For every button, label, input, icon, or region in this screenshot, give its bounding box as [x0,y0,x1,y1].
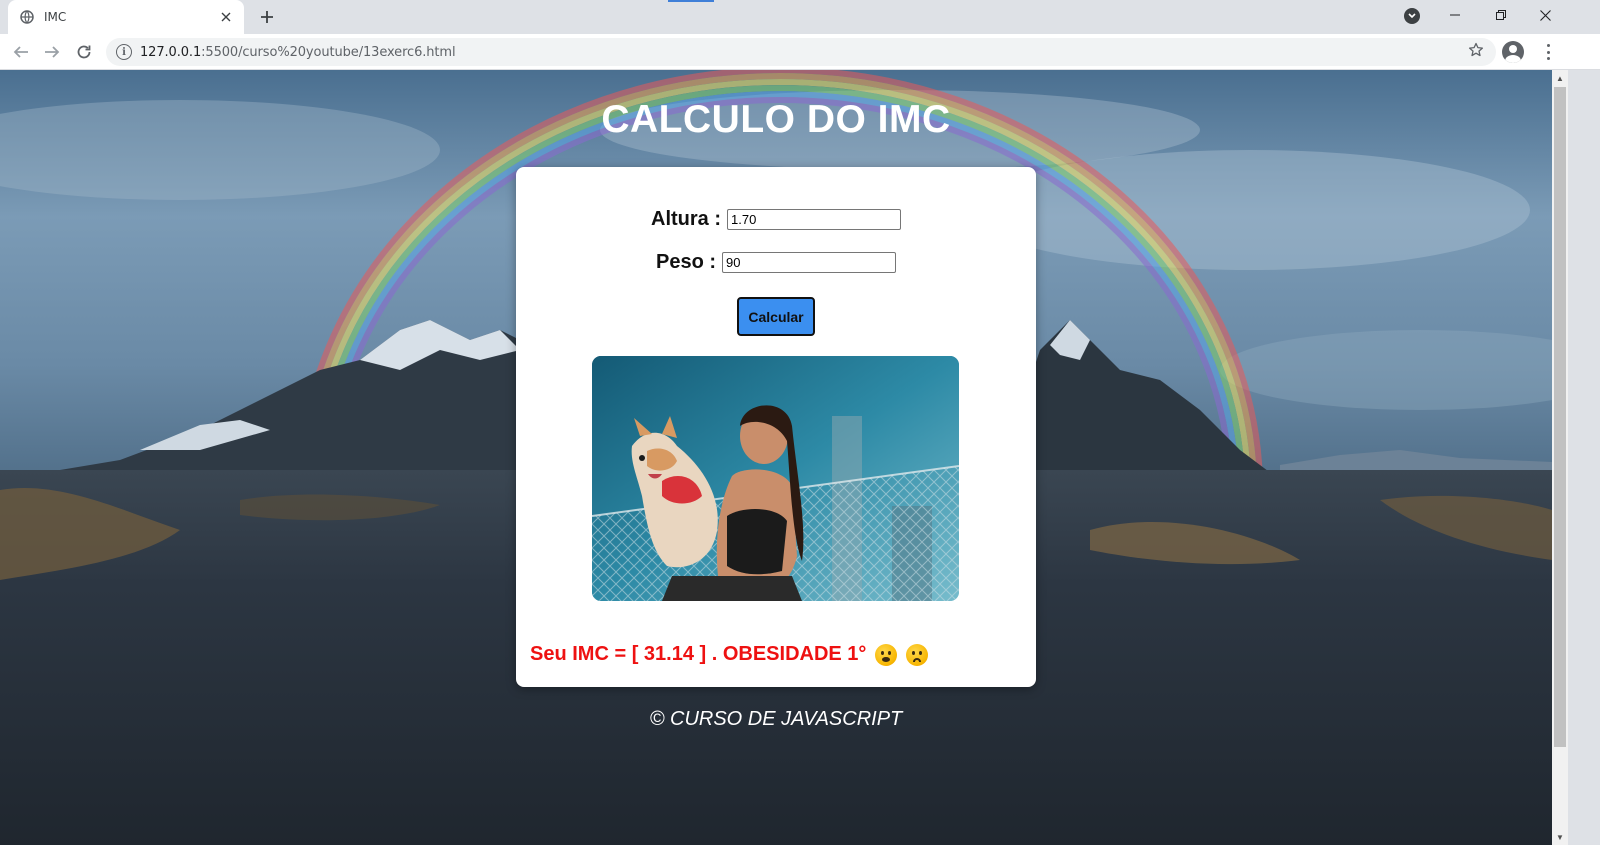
window-bottom-edge [0,845,1600,861]
height-row: Altura : [516,208,1036,231]
imc-result-text: Seu IMC = [ 31.14 ] . OBESIDADE 1° [530,643,867,665]
page-footer: © CURSO DE JAVASCRIPT [649,708,903,730]
page-viewport: CALCULO DO IMC Altura : Peso : Calcular [0,70,1552,845]
vertical-scrollbar[interactable]: ▲ ▼ [1552,70,1568,845]
weight-label: Peso : [655,251,717,273]
hushed-face-icon [875,643,898,666]
browser-toolbar: i 127.0.0.1:5500/curso%20youtube/13exerc… [0,34,1600,70]
scrollbar-thumb[interactable] [1554,87,1566,747]
weight-input[interactable] [722,252,897,273]
star-icon[interactable] [1468,42,1484,63]
minimize-icon[interactable] [1432,0,1478,30]
address-bar[interactable]: i 127.0.0.1:5500/curso%20youtube/13exerc… [106,38,1496,66]
imc-result: Seu IMC = [ 31.14 ] . OBESIDADE 1° [530,643,929,666]
info-icon[interactable]: i [116,44,132,60]
plus-icon[interactable] [256,6,278,28]
calculate-button[interactable]: Calcular [737,297,815,336]
chevron-down-icon[interactable] [1404,8,1420,24]
scroll-up-arrow-icon[interactable]: ▲ [1552,70,1568,86]
reload-icon[interactable] [72,40,96,64]
page-title: CALCULO DO IMC [601,98,951,141]
forward-arrow-icon[interactable] [40,40,64,64]
tab-bar: IMC [0,0,1600,34]
height-label: Altura : [651,208,721,230]
globe-icon [20,10,34,24]
close-window-icon[interactable] [1522,0,1568,30]
tab-title: IMC [44,10,67,24]
restore-icon[interactable] [1478,0,1524,30]
account-icon[interactable] [1502,41,1524,63]
tab-strip-indicator [668,0,714,2]
height-input[interactable] [727,209,901,230]
scroll-down-arrow-icon[interactable]: ▼ [1552,829,1568,845]
url-text: 127.0.0.1:5500/curso%20youtube/13exerc6.… [140,44,456,60]
frowning-face-icon [906,643,929,666]
close-icon[interactable] [218,9,234,25]
result-photo [592,356,959,601]
imc-form-card: Altura : Peso : Calcular [516,167,1036,687]
more-vert-icon[interactable] [1540,42,1556,62]
browser-tab[interactable]: IMC [8,0,244,34]
back-arrow-icon[interactable] [9,40,33,64]
weight-row: Peso : [516,251,1036,274]
